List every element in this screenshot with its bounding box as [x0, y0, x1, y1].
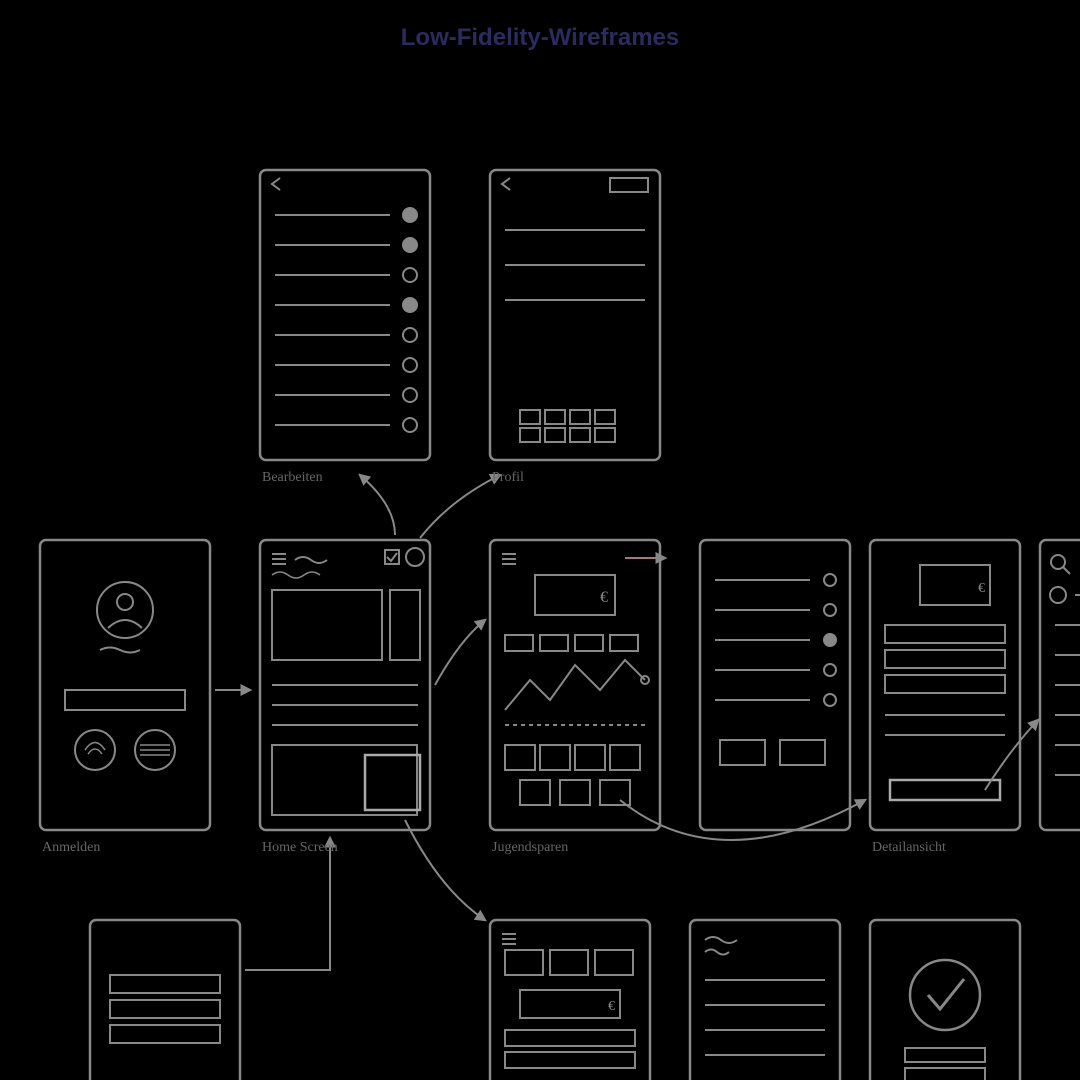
- label-bearbeiten: Bearbeiten: [262, 470, 323, 486]
- screen-bearbeiten: [260, 170, 430, 460]
- screen-bl-2: €: [490, 920, 650, 1080]
- screen-profil: [490, 170, 660, 460]
- svg-text:€: €: [608, 999, 615, 1014]
- screen-partial-right: [1040, 540, 1080, 830]
- screen-list: [700, 540, 850, 830]
- label-detail: Detailansicht: [872, 840, 946, 856]
- label-profil: Profil: [492, 470, 524, 486]
- screen-anmelden: [40, 540, 210, 830]
- screen-detail: €: [870, 540, 1020, 830]
- screen-bl-3: [690, 920, 840, 1080]
- screen-home: [260, 540, 430, 830]
- label-home: Home Screen: [262, 840, 338, 856]
- screen-bl-1: [90, 920, 240, 1080]
- screen-bl-4: [870, 920, 1020, 1080]
- label-anmelden: Anmelden: [42, 840, 100, 856]
- label-jugend: Jugendsparen: [492, 840, 568, 856]
- flow-arrows: [215, 475, 1038, 970]
- svg-text:€: €: [978, 581, 985, 596]
- screen-jugendsparen: €: [490, 540, 660, 830]
- svg-text:€: €: [600, 589, 608, 606]
